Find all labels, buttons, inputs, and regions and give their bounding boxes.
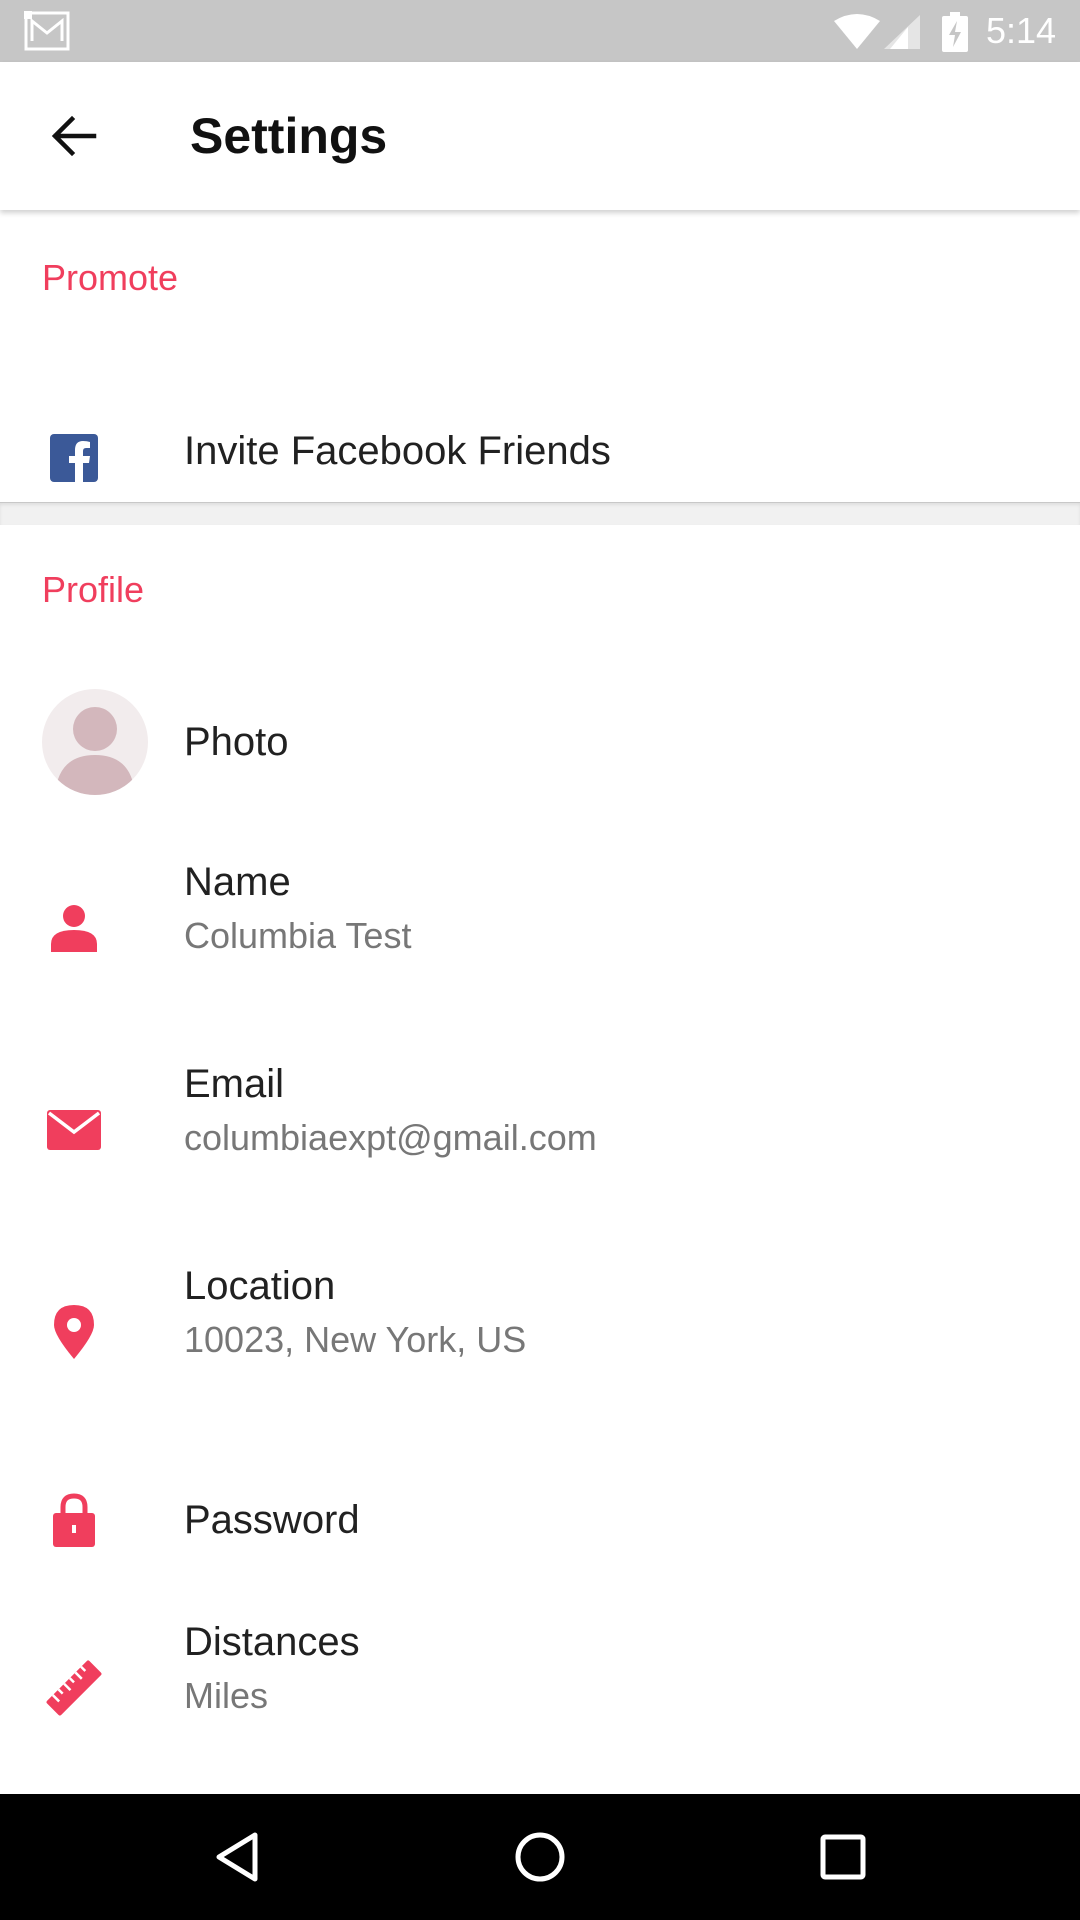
photo-item[interactable]: Photo (0, 672, 1080, 812)
item-value: Miles (184, 1675, 269, 1716)
item-label: Location (184, 1264, 336, 1308)
item-label: Name (184, 860, 291, 904)
distances-item[interactable]: Distances Miles (0, 1610, 1080, 1770)
facebook-icon (42, 426, 106, 490)
section-header-promote: Promote (42, 257, 179, 298)
item-value: 10023, New York, US (184, 1319, 527, 1360)
page-title: Settings (190, 108, 388, 164)
wifi-icon (834, 14, 880, 49)
status-time: 5:14 (986, 10, 1057, 51)
item-value: columbiaexpt@gmail.com (184, 1117, 597, 1158)
back-button[interactable] (38, 108, 110, 164)
status-bar: 5:14 (0, 0, 1080, 62)
section-header-profile: Profile (42, 569, 145, 610)
nav-back-button[interactable] (202, 1822, 272, 1892)
item-label: Invite Facebook Friends (184, 429, 611, 473)
avatar[interactable] (42, 689, 148, 795)
navigation-bar (0, 1794, 1080, 1920)
arrow-back-icon (51, 115, 97, 157)
avatar-placeholder (55, 707, 135, 795)
nav-home-button[interactable] (505, 1822, 575, 1892)
gmail-icon (24, 11, 70, 51)
signal-icon (884, 15, 920, 49)
item-label: Distances (184, 1620, 360, 1664)
app-bar: Settings (0, 62, 1080, 210)
location-pin-icon (42, 1300, 106, 1364)
envelope-icon (42, 1098, 106, 1162)
item-label: Password (184, 1498, 360, 1542)
back-triangle-icon (216, 1832, 258, 1882)
item-value: Columbia Test (184, 915, 412, 956)
lock-icon (42, 1488, 106, 1552)
settings-list: Promote Invite Facebook Friends Profile … (0, 210, 1080, 1794)
location-item[interactable]: Location 10023, New York, US (0, 1254, 1080, 1414)
email-item[interactable]: Email columbiaexpt@gmail.com (0, 1052, 1080, 1212)
section-divider (0, 502, 1080, 525)
recents-square-icon (820, 1834, 866, 1880)
battery-charging-icon (942, 12, 968, 52)
password-item[interactable]: Password (0, 1456, 1080, 1606)
nav-recents-button[interactable] (808, 1822, 878, 1892)
item-label: Photo (184, 720, 289, 764)
item-label: Email (184, 1062, 285, 1106)
person-icon (42, 896, 106, 960)
home-circle-icon (515, 1832, 565, 1882)
name-item[interactable]: Name Columbia Test (0, 850, 1080, 1010)
ruler-icon (42, 1656, 106, 1720)
